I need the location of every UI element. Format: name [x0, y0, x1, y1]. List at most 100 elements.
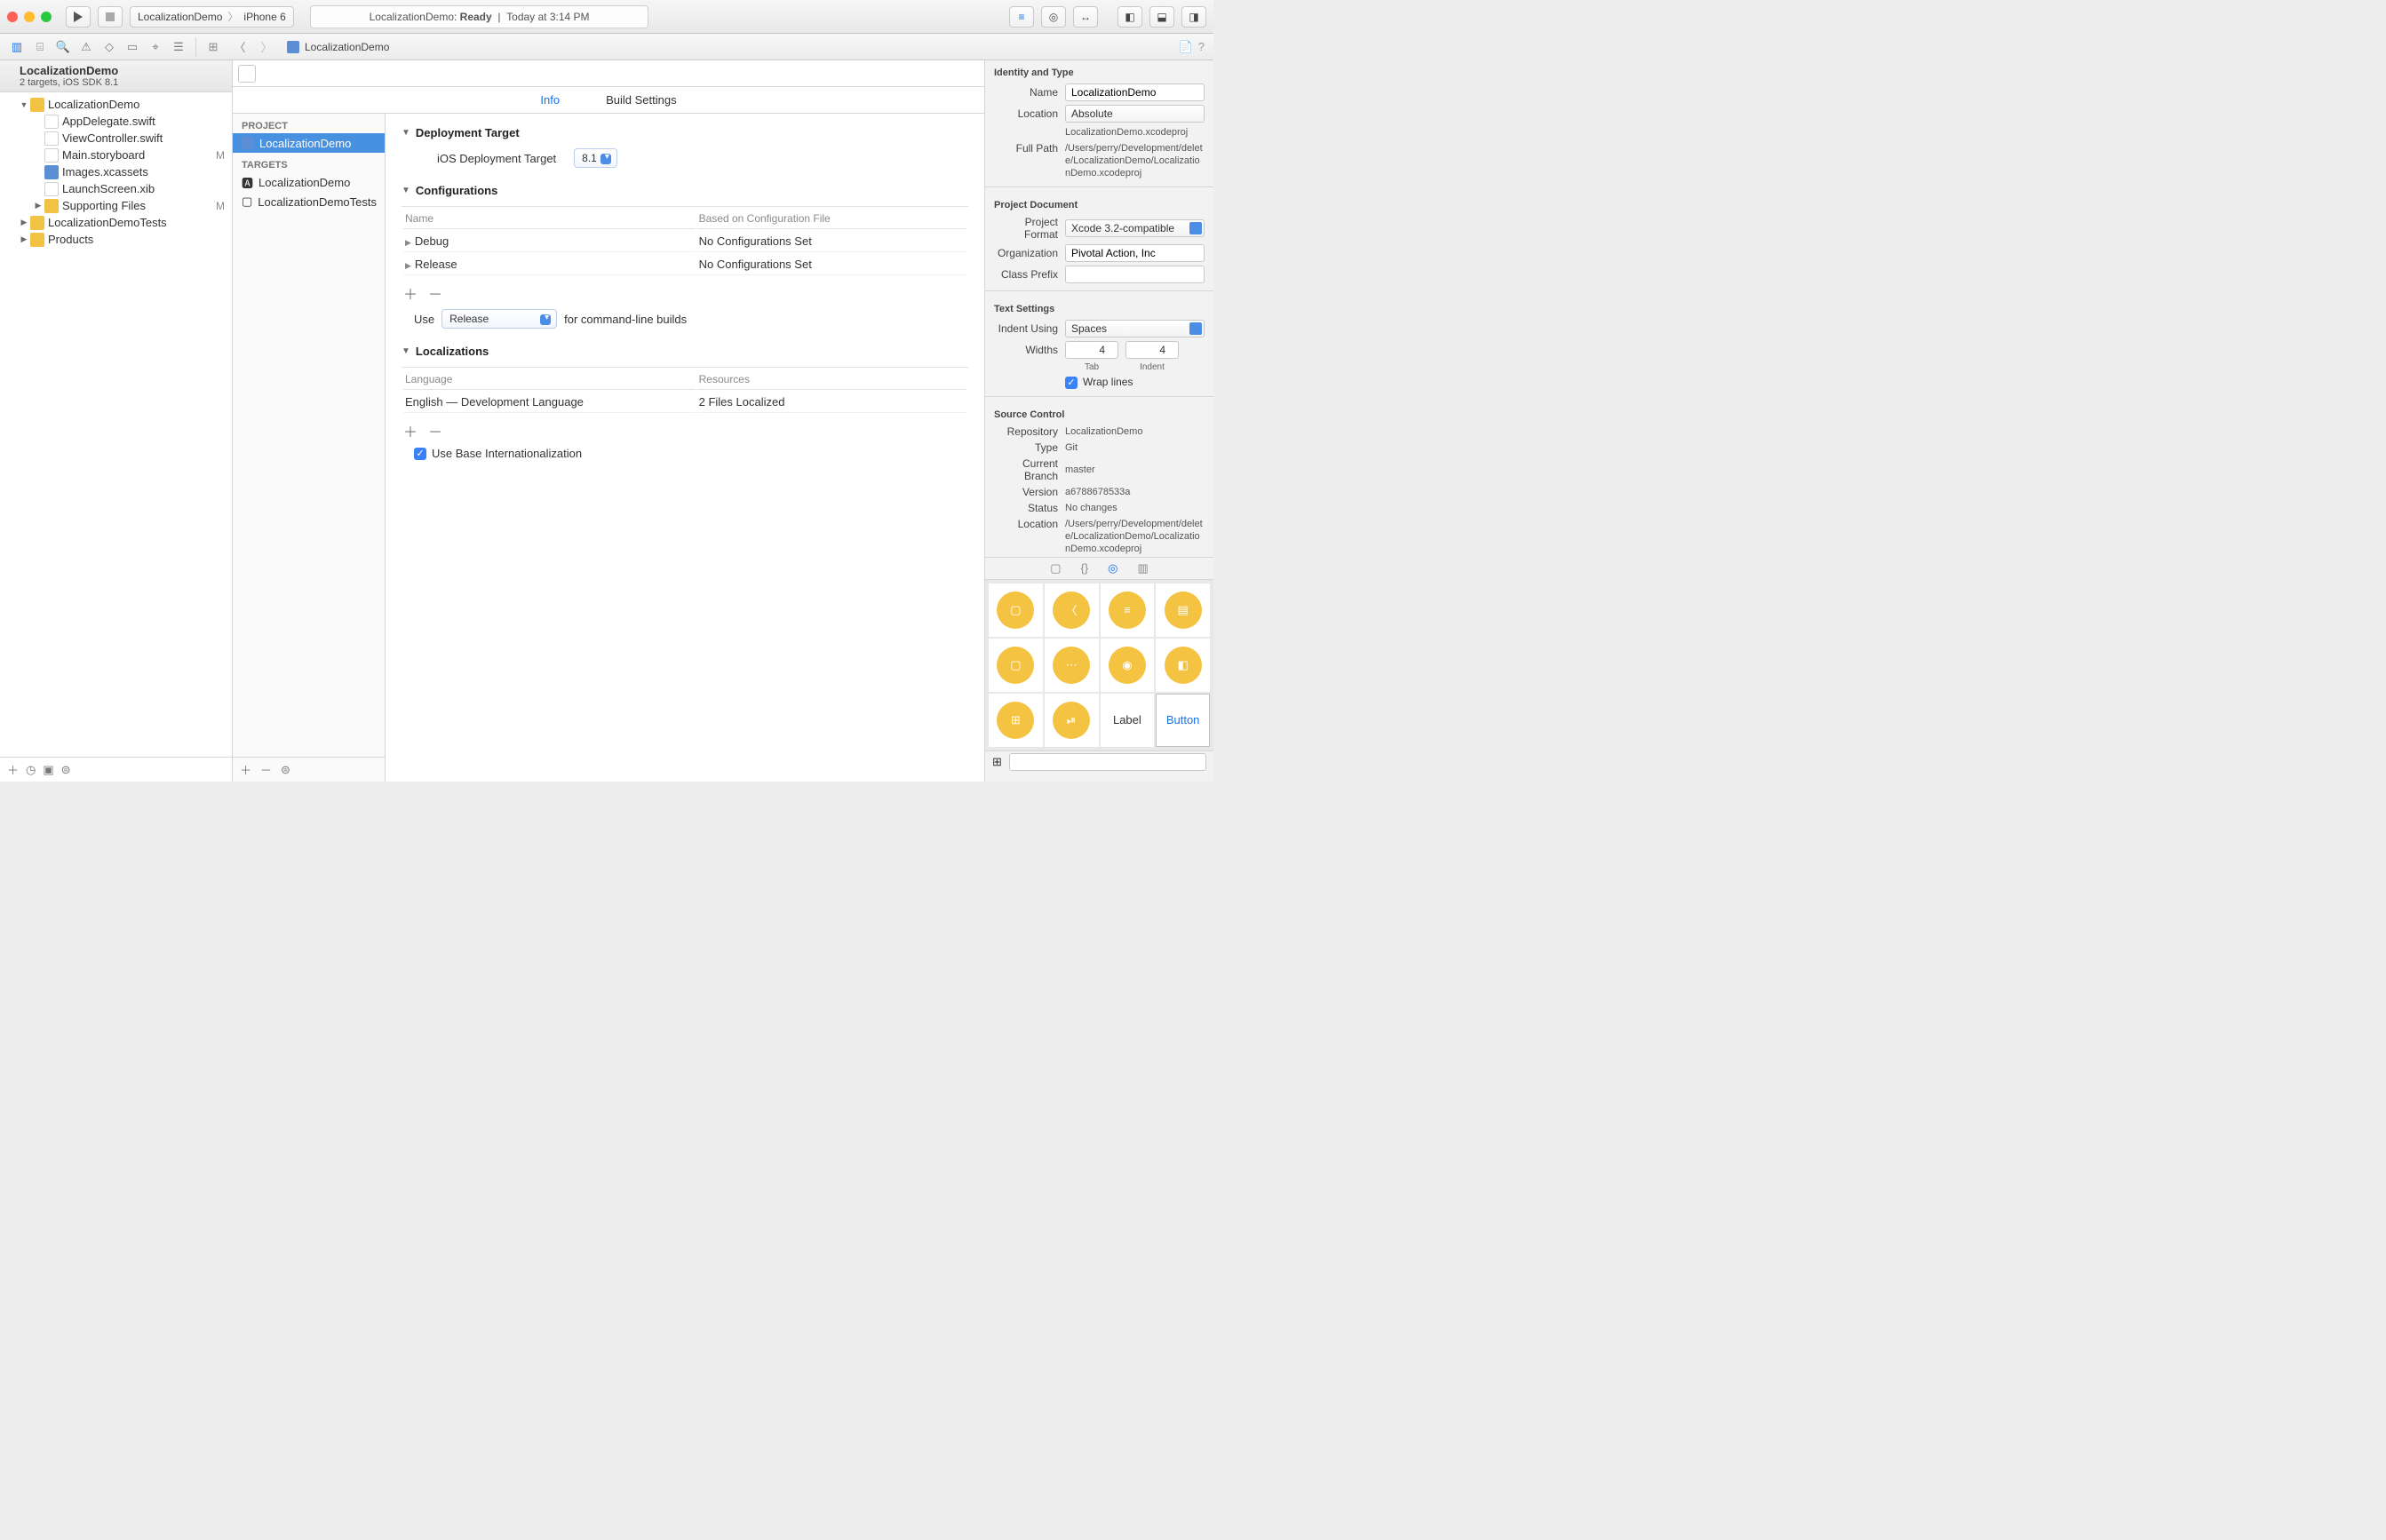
related-items-button[interactable]: ⊞ — [202, 37, 225, 57]
disclosure-icon[interactable]: ▶ — [34, 201, 43, 210]
media-library-icon[interactable]: ▥ — [1138, 561, 1149, 576]
indent-width-stepper[interactable]: 4 — [1125, 341, 1179, 359]
config-row[interactable]: ▶DebugNo Configurations Set — [403, 231, 966, 252]
tree-item[interactable]: ViewController.swift — [0, 130, 232, 147]
version-editor-button[interactable]: ↔ — [1073, 6, 1098, 28]
library-item[interactable]: 〈 — [1045, 583, 1099, 637]
project-navigator-icon[interactable]: ▥ — [7, 37, 27, 57]
add-button[interactable]: ＋ — [7, 761, 19, 778]
project-tree[interactable]: ▼LocalizationDemoAppDelegate.swiftViewCo… — [0, 92, 232, 757]
filter-icon[interactable]: ⊜ — [61, 763, 71, 777]
deployment-target-label: iOS Deployment Target — [437, 152, 565, 165]
tree-item[interactable]: ▶Products — [0, 231, 232, 248]
disclosure-icon[interactable]: ▶ — [20, 234, 28, 244]
base-i18n-checkbox[interactable]: ✓ — [414, 448, 426, 460]
recent-filter-icon[interactable]: ◷ — [26, 763, 36, 777]
add-config-button[interactable]: ＋ — [403, 282, 418, 304]
identity-name-input[interactable] — [1065, 83, 1205, 101]
library-item[interactable]: ⏯ — [1045, 694, 1099, 747]
tree-item[interactable]: Main.storyboardM — [0, 147, 232, 163]
add-target-button[interactable]: ＋ — [240, 761, 251, 778]
debug-navigator-icon[interactable]: ▭ — [123, 37, 142, 57]
project-format-select[interactable]: Xcode 3.2-compatible — [1065, 219, 1205, 237]
project-subtitle: 2 targets, iOS SDK 8.1 — [20, 77, 227, 88]
path-file[interactable]: LocalizationDemo — [305, 41, 389, 53]
config-based-header: Based on Configuration File — [697, 209, 966, 229]
tree-item[interactable]: AppDelegate.swift — [0, 113, 232, 130]
config-row[interactable]: ▶ReleaseNo Configurations Set — [403, 254, 966, 275]
file-inspector-tab-icon[interactable]: 📄 — [1179, 40, 1193, 54]
deployment-target-select[interactable]: 8.1 — [574, 148, 617, 168]
tree-item-label: LocalizationDemoTests — [48, 216, 225, 229]
stop-button[interactable] — [98, 6, 123, 28]
library-item[interactable]: ≡ — [1101, 583, 1155, 637]
library-label-item[interactable]: Label — [1101, 694, 1155, 747]
tree-item[interactable]: ▶Supporting FilesM — [0, 197, 232, 214]
breakpoint-navigator-icon[interactable]: ⌖ — [146, 37, 165, 57]
wrap-lines-checkbox[interactable]: ✓ — [1065, 377, 1078, 389]
disclosure-icon[interactable]: ▼ — [402, 346, 410, 356]
code-snippet-library-icon[interactable]: {} — [1080, 561, 1088, 575]
disclosure-icon[interactable]: ▶ — [20, 218, 28, 227]
scm-filter-icon[interactable]: ▣ — [43, 763, 53, 777]
class-prefix-input[interactable] — [1065, 266, 1205, 283]
library-filter-input[interactable] — [1009, 753, 1206, 771]
indent-using-select[interactable]: Spaces — [1065, 320, 1205, 337]
disclosure-icon[interactable]: ▼ — [20, 100, 28, 109]
remove-config-button[interactable]: － — [428, 282, 442, 304]
toggle-left-panel-button[interactable]: ◧ — [1117, 6, 1142, 28]
library-item[interactable]: ▤ — [1156, 583, 1210, 637]
location-select[interactable]: Absolute — [1065, 105, 1205, 123]
object-library-icon[interactable]: ◎ — [1108, 561, 1117, 576]
file-template-library-icon[interactable]: ▢ — [1050, 561, 1061, 576]
tree-item[interactable]: ▶ LocalizationDemoTests — [0, 214, 232, 231]
tree-item[interactable]: LaunchScreen.xib — [0, 180, 232, 197]
assistant-editor-button[interactable]: ◎ — [1041, 6, 1066, 28]
back-button[interactable]: 〈 — [228, 37, 251, 57]
standard-editor-button[interactable]: ≡ — [1009, 6, 1034, 28]
disclosure-icon[interactable]: ▼ — [402, 128, 410, 138]
forward-button[interactable]: 〉 — [255, 37, 278, 57]
project-header[interactable]: LocalizationDemo 2 targets, iOS SDK 8.1 — [0, 60, 232, 92]
remove-target-button[interactable]: － — [260, 761, 272, 778]
quick-help-tab-icon[interactable]: ? — [1198, 40, 1205, 54]
report-navigator-icon[interactable]: ☰ — [169, 37, 188, 57]
issue-navigator-icon[interactable]: ⚠ — [76, 37, 96, 57]
library-item[interactable]: ▢ — [989, 583, 1043, 637]
test-navigator-icon[interactable]: ◇ — [99, 37, 119, 57]
toggle-bottom-panel-button[interactable]: ⬓ — [1149, 6, 1174, 28]
toggle-right-panel-button[interactable]: ◨ — [1181, 6, 1206, 28]
library-view-mode-icon[interactable]: ⊞ — [992, 755, 1002, 769]
tree-item-label: ViewController.swift — [62, 131, 225, 145]
scheme-selector[interactable]: LocalizationDemo 〉 iPhone 6 — [130, 6, 294, 28]
cli-config-select[interactable]: Release — [441, 309, 557, 329]
side-tab[interactable] — [238, 65, 256, 83]
disclosure-icon[interactable]: ▼ — [402, 186, 410, 195]
tree-item[interactable]: ▼LocalizationDemo — [0, 96, 232, 113]
remove-localization-button[interactable]: － — [428, 420, 442, 441]
add-localization-button[interactable]: ＋ — [403, 420, 418, 441]
target-filter-icon[interactable]: ⊜ — [281, 763, 290, 777]
library-button-item[interactable]: Button — [1156, 694, 1210, 747]
tree-item[interactable]: Images.xcassets — [0, 163, 232, 180]
library-item[interactable]: ◉ — [1101, 639, 1155, 692]
target-item[interactable]: ▢ LocalizationDemoTests — [233, 192, 385, 211]
library-item[interactable]: ⋯ — [1045, 639, 1099, 692]
project-item[interactable]: LocalizationDemo — [233, 133, 385, 153]
run-button[interactable] — [66, 6, 91, 28]
library-item[interactable]: ◧ — [1156, 639, 1210, 692]
target-item[interactable]: 🅰 LocalizationDemo — [233, 172, 385, 192]
symbol-navigator-icon[interactable]: ⌸ — [30, 37, 50, 57]
tab-width-stepper[interactable]: 4 — [1065, 341, 1118, 359]
minimize-window[interactable] — [24, 12, 35, 22]
organization-input[interactable] — [1065, 244, 1205, 262]
find-navigator-icon[interactable]: 🔍 — [53, 37, 73, 57]
library-item[interactable]: ▢ — [989, 639, 1043, 692]
library-item[interactable]: ⊞ — [989, 694, 1043, 747]
tab-info[interactable]: Info — [535, 90, 565, 110]
branch-value: master — [1065, 464, 1205, 476]
close-window[interactable] — [7, 12, 18, 22]
tab-build-settings[interactable]: Build Settings — [600, 90, 682, 110]
localization-row[interactable]: English — Development Language2 Files Lo… — [403, 392, 966, 413]
zoom-window[interactable] — [41, 12, 52, 22]
